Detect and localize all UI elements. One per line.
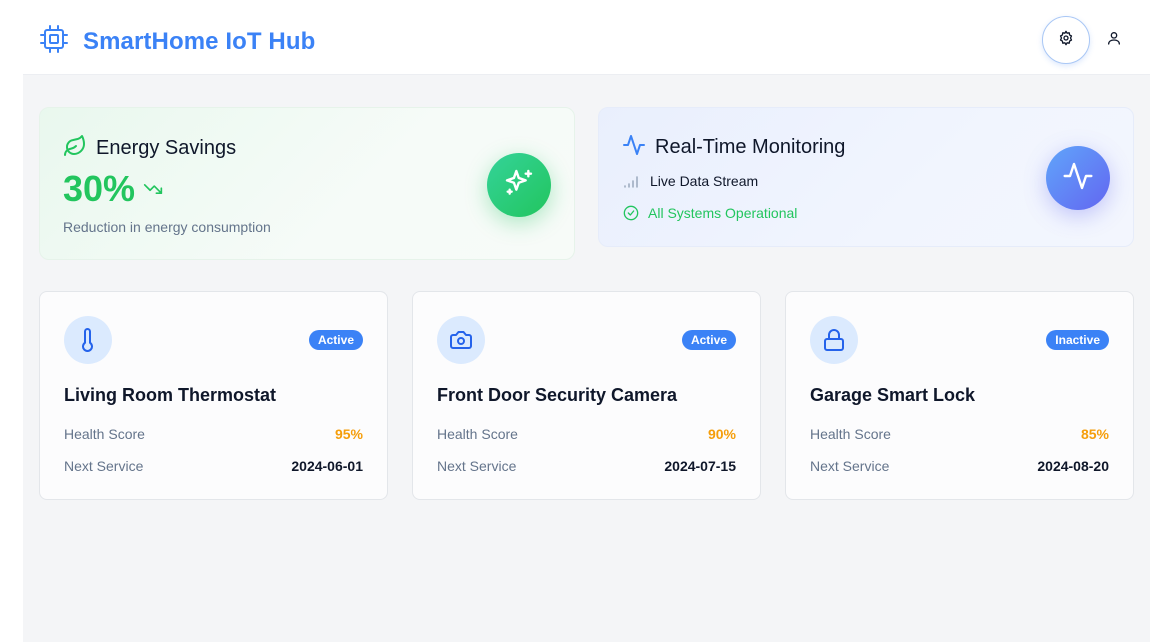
device-icon-wrap	[64, 316, 112, 364]
monitoring-action-button[interactable]	[1046, 146, 1110, 210]
next-service-label: Next Service	[437, 458, 517, 474]
app-root: SmartHome IoT Hub Energy Savings 30% Red…	[23, 6, 1150, 642]
device-name: Living Room Thermostat	[64, 385, 277, 405]
health-score-row: Health Score 95%	[64, 426, 363, 442]
device-card-camera[interactable]: Active Front Door Security Camera Health…	[412, 291, 761, 500]
signal-icon	[623, 173, 641, 189]
check-circle-icon	[623, 205, 639, 221]
health-score-value: 90%	[707, 426, 736, 442]
next-service-value: 2024-06-01	[291, 458, 363, 474]
thermometer-icon	[76, 328, 100, 352]
gear-icon	[1058, 30, 1074, 51]
next-service-row: Next Service 2024-07-15	[437, 458, 736, 474]
device-icon-wrap	[437, 316, 485, 364]
health-score-value: 85%	[1080, 426, 1109, 442]
top-header: SmartHome IoT Hub	[23, 6, 1150, 75]
status-badge: Inactive	[1046, 330, 1109, 350]
energy-value-row: 30%	[63, 168, 163, 210]
health-score-label: Health Score	[64, 426, 145, 442]
real-time-monitoring-card: Real-Time Monitoring Live Data Stream Al…	[598, 107, 1134, 247]
next-service-value: 2024-08-20	[1037, 458, 1109, 474]
lock-icon	[822, 328, 846, 352]
live-data-stream-label: Live Data Stream	[650, 173, 759, 189]
status-badge: Active	[681, 330, 736, 350]
device-name: Garage Smart Lock	[810, 385, 976, 405]
health-score-value: 95%	[334, 426, 363, 442]
user-icon	[1106, 30, 1122, 51]
camera-icon	[449, 328, 473, 352]
leaf-icon	[63, 134, 87, 163]
activity-icon	[622, 133, 646, 162]
next-service-label: Next Service	[64, 458, 144, 474]
next-service-row: Next Service 2024-08-20	[810, 458, 1109, 474]
system-status-label: All Systems Operational	[648, 205, 798, 221]
monitoring-title: Real-Time Monitoring	[655, 136, 846, 158]
live-data-stream-row: Live Data Stream	[623, 173, 758, 189]
brand[interactable]: SmartHome IoT Hub	[39, 24, 315, 59]
health-score-label: Health Score	[810, 426, 891, 442]
device-card-lock[interactable]: Inactive Garage Smart Lock Health Score …	[785, 291, 1134, 500]
next-service-label: Next Service	[810, 458, 890, 474]
status-badge: Active	[308, 330, 363, 350]
energy-title: Energy Savings	[96, 137, 237, 159]
system-status-row: All Systems Operational	[623, 205, 797, 221]
health-score-label: Health Score	[437, 426, 518, 442]
next-service-row: Next Service 2024-06-01	[64, 458, 363, 474]
health-score-row: Health Score 85%	[810, 426, 1109, 442]
energy-description: Reduction in energy consumption	[63, 219, 271, 235]
app-title: SmartHome IoT Hub	[83, 27, 316, 55]
energy-value: 30%	[63, 168, 136, 209]
device-icon-wrap	[810, 316, 858, 364]
next-service-value: 2024-07-15	[664, 458, 736, 474]
sparkles-icon	[503, 167, 535, 204]
device-name: Front Door Security Camera	[437, 385, 678, 405]
energy-action-button[interactable]	[487, 153, 551, 217]
energy-card-header: Energy Savings	[63, 134, 236, 163]
device-card-thermostat[interactable]: Active Living Room Thermostat Health Sco…	[39, 291, 388, 500]
settings-button[interactable]	[1042, 16, 1090, 64]
energy-savings-card: Energy Savings 30% Reduction in energy c…	[39, 107, 575, 260]
trending-down-icon	[143, 179, 163, 199]
chip-icon	[39, 24, 69, 59]
health-score-row: Health Score 90%	[437, 426, 736, 442]
activity-icon	[1062, 160, 1094, 197]
user-button[interactable]	[1102, 28, 1126, 52]
monitoring-card-header: Real-Time Monitoring	[622, 133, 845, 162]
